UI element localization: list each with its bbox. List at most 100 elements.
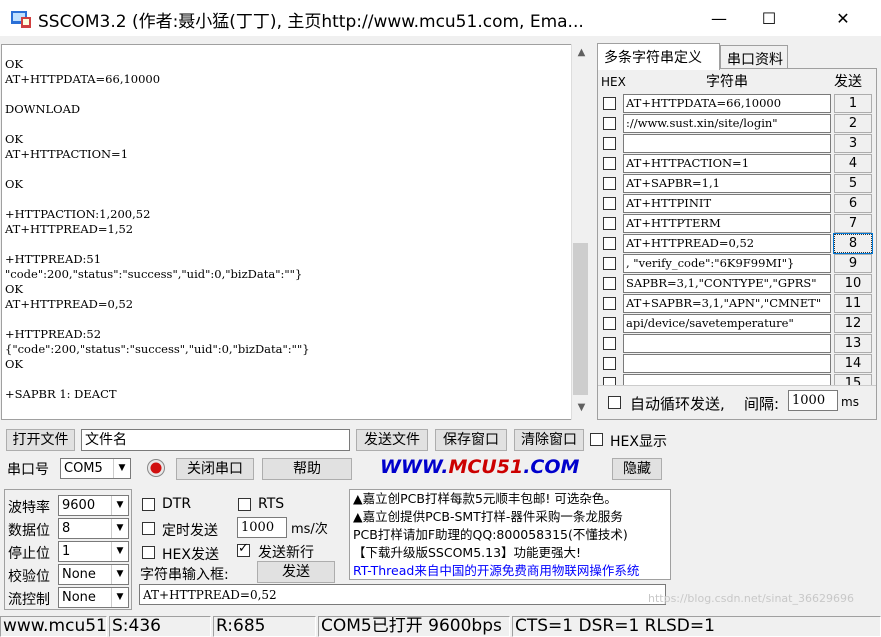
hex-row-checkbox[interactable] [603, 197, 616, 210]
save-window-button[interactable]: 保存窗口 [435, 429, 507, 451]
minimize-button[interactable]: — [696, 0, 742, 36]
port-select[interactable]: COM5 ▼ [60, 458, 131, 479]
clear-window-button[interactable]: 清除窗口 [514, 429, 584, 451]
close-port-button[interactable]: 关闭串口 [176, 458, 254, 480]
string-field[interactable]: AT+SAPBR=3,1,"APN","CMNET" [623, 294, 831, 313]
data-bits-value: 8 [62, 521, 71, 536]
info-link[interactable]: RT-Thread来自中国的开源免费商用物联网操作系统 [353, 562, 667, 579]
send-string-button[interactable]: 6 [834, 194, 872, 213]
timed-unit: ms/次 [291, 522, 328, 537]
hex-row-checkbox[interactable] [603, 137, 616, 150]
send-button[interactable]: 发送 [257, 561, 335, 583]
flow-control-value: None [62, 590, 96, 605]
hex-row-checkbox[interactable] [603, 117, 616, 130]
baud-value: 9600 [62, 498, 96, 513]
hex-display-checkbox[interactable] [590, 433, 603, 446]
send-string-button[interactable]: 4 [834, 154, 872, 173]
hex-row-checkbox[interactable] [603, 257, 616, 270]
receive-log[interactable]: OK AT+HTTPDATA=66,10000 DOWNLOAD OK AT+H… [1, 44, 590, 420]
string-field[interactable]: AT+HTTPACTION=1 [623, 154, 831, 173]
parity-select[interactable]: None ▼ [58, 564, 129, 585]
chevron-down-icon[interactable]: ▼ [111, 588, 128, 607]
send-string-button[interactable]: 9 [834, 254, 872, 273]
auto-loop-checkbox[interactable] [608, 396, 621, 409]
send-string-button[interactable]: 8 [833, 233, 873, 254]
data-bits-select[interactable]: 8 ▼ [58, 518, 129, 539]
string-input-label: 字符串输入框: [140, 567, 229, 583]
chevron-down-icon[interactable]: ▼ [111, 542, 128, 561]
parity-value: None [62, 567, 96, 582]
string-field[interactable]: AT+HTTPTERM [623, 214, 831, 233]
chevron-down-icon[interactable]: ▼ [111, 519, 128, 538]
scroll-up-icon[interactable]: ▲ [572, 47, 591, 58]
chevron-down-icon[interactable]: ▼ [111, 496, 128, 515]
send-string-button[interactable]: 11 [834, 294, 872, 313]
hex-row-checkbox[interactable] [603, 97, 616, 110]
send-string-button[interactable]: 2 [834, 114, 872, 133]
send-string-button[interactable]: 7 [834, 214, 872, 233]
status-lines: CTS=1 DSR=1 RLSD=1 [512, 616, 881, 637]
hex-row-checkbox[interactable] [603, 357, 616, 370]
status-site: www.mcu51.c [0, 616, 107, 637]
hex-row-checkbox[interactable] [603, 237, 616, 250]
hex-row-checkbox[interactable] [603, 297, 616, 310]
status-received-count: R:685 [213, 616, 316, 637]
status-bar: www.mcu51.c S:436 R:685 COM5已打开 9600bps … [0, 592, 881, 637]
send-string-button[interactable]: 14 [834, 354, 872, 373]
timed-interval-input[interactable]: 1000 [237, 517, 287, 538]
dtr-checkbox[interactable] [142, 498, 155, 511]
chevron-down-icon[interactable]: ▼ [113, 459, 130, 478]
open-file-button[interactable]: 打开文件 [6, 429, 75, 451]
string-field[interactable]: AT+HTTPDATA=66,10000 [623, 94, 831, 113]
timed-send-checkbox[interactable] [142, 522, 155, 535]
hex-row-checkbox[interactable] [603, 337, 616, 350]
scroll-down-icon[interactable]: ▼ [572, 402, 591, 413]
auto-loop-label: 自动循环发送, [630, 395, 725, 413]
tab-multi-string[interactable]: 多条字符串定义 [597, 43, 720, 70]
send-file-button[interactable]: 发送文件 [356, 429, 428, 451]
site-logo[interactable]: WWW.MCU51.COM [380, 456, 579, 478]
string-field[interactable]: AT+HTTPREAD=0,52 [623, 234, 831, 253]
info-line[interactable]: ▲嘉立创PCB打样每款5元顺丰包邮! 可选杂色。 [353, 490, 667, 508]
send-string-button[interactable]: 12 [834, 314, 872, 333]
send-string-button[interactable]: 5 [834, 174, 872, 193]
string-field[interactable]: , "verify_code":"6K9F99MI"} [623, 254, 831, 273]
flow-control-select[interactable]: None ▼ [58, 587, 129, 608]
send-string-button[interactable]: 10 [834, 274, 872, 293]
send-string-button[interactable]: 1 [834, 94, 872, 113]
send-newline-checkbox[interactable] [237, 541, 250, 557]
string-field[interactable] [623, 334, 831, 353]
hex-row-checkbox[interactable] [603, 157, 616, 170]
hex-row-checkbox[interactable] [603, 217, 616, 230]
string-field[interactable]: api/device/savetemperature" [623, 314, 831, 333]
string-field[interactable] [623, 354, 831, 373]
filename-input[interactable]: 文件名 [81, 429, 350, 451]
chevron-down-icon[interactable]: ▼ [111, 565, 128, 584]
hex-row-checkbox[interactable] [603, 277, 616, 290]
info-line[interactable]: ▲嘉立创提供PCB-SMT打样-器件采购一条龙服务 [353, 508, 667, 526]
log-scroll-thumb[interactable] [573, 243, 588, 395]
title-bar: SSCOM3.2 (作者:聂小猛(丁丁), 主页http://www.mcu51… [0, 0, 881, 36]
info-line[interactable]: 【下载升级版SSCOM5.13】功能更强大! [353, 544, 667, 562]
send-string-button[interactable]: 3 [834, 134, 872, 153]
hex-send-checkbox[interactable] [142, 546, 155, 559]
info-line[interactable]: PCB打样请加F助理的QQ:800058315(不懂技术) [353, 526, 667, 544]
baud-select[interactable]: 9600 ▼ [58, 495, 129, 516]
stop-bits-select[interactable]: 1 ▼ [58, 541, 129, 562]
string-field[interactable]: ://www.sust.xin/site/login" [623, 114, 831, 133]
string-field[interactable]: AT+SAPBR=1,1 [623, 174, 831, 193]
interval-input[interactable]: 1000 [788, 390, 838, 411]
send-string-button[interactable]: 13 [834, 334, 872, 353]
hex-row-checkbox[interactable] [603, 317, 616, 330]
help-button[interactable]: 帮助 [262, 458, 352, 480]
string-field[interactable]: AT+HTTPINIT [623, 194, 831, 213]
rts-checkbox[interactable] [238, 498, 251, 511]
close-button[interactable]: ✕ [820, 0, 866, 36]
string-input[interactable]: AT+HTTPREAD=0,52 [139, 584, 666, 605]
string-field[interactable]: SAPBR=3,1,"CONTYPE","GPRS" [623, 274, 831, 293]
send-newline-label: 发送新行 [258, 545, 314, 561]
maximize-button[interactable]: ☐ [746, 0, 792, 36]
hide-button[interactable]: 隐藏 [612, 458, 662, 480]
string-field[interactable] [623, 134, 831, 153]
hex-row-checkbox[interactable] [603, 177, 616, 190]
